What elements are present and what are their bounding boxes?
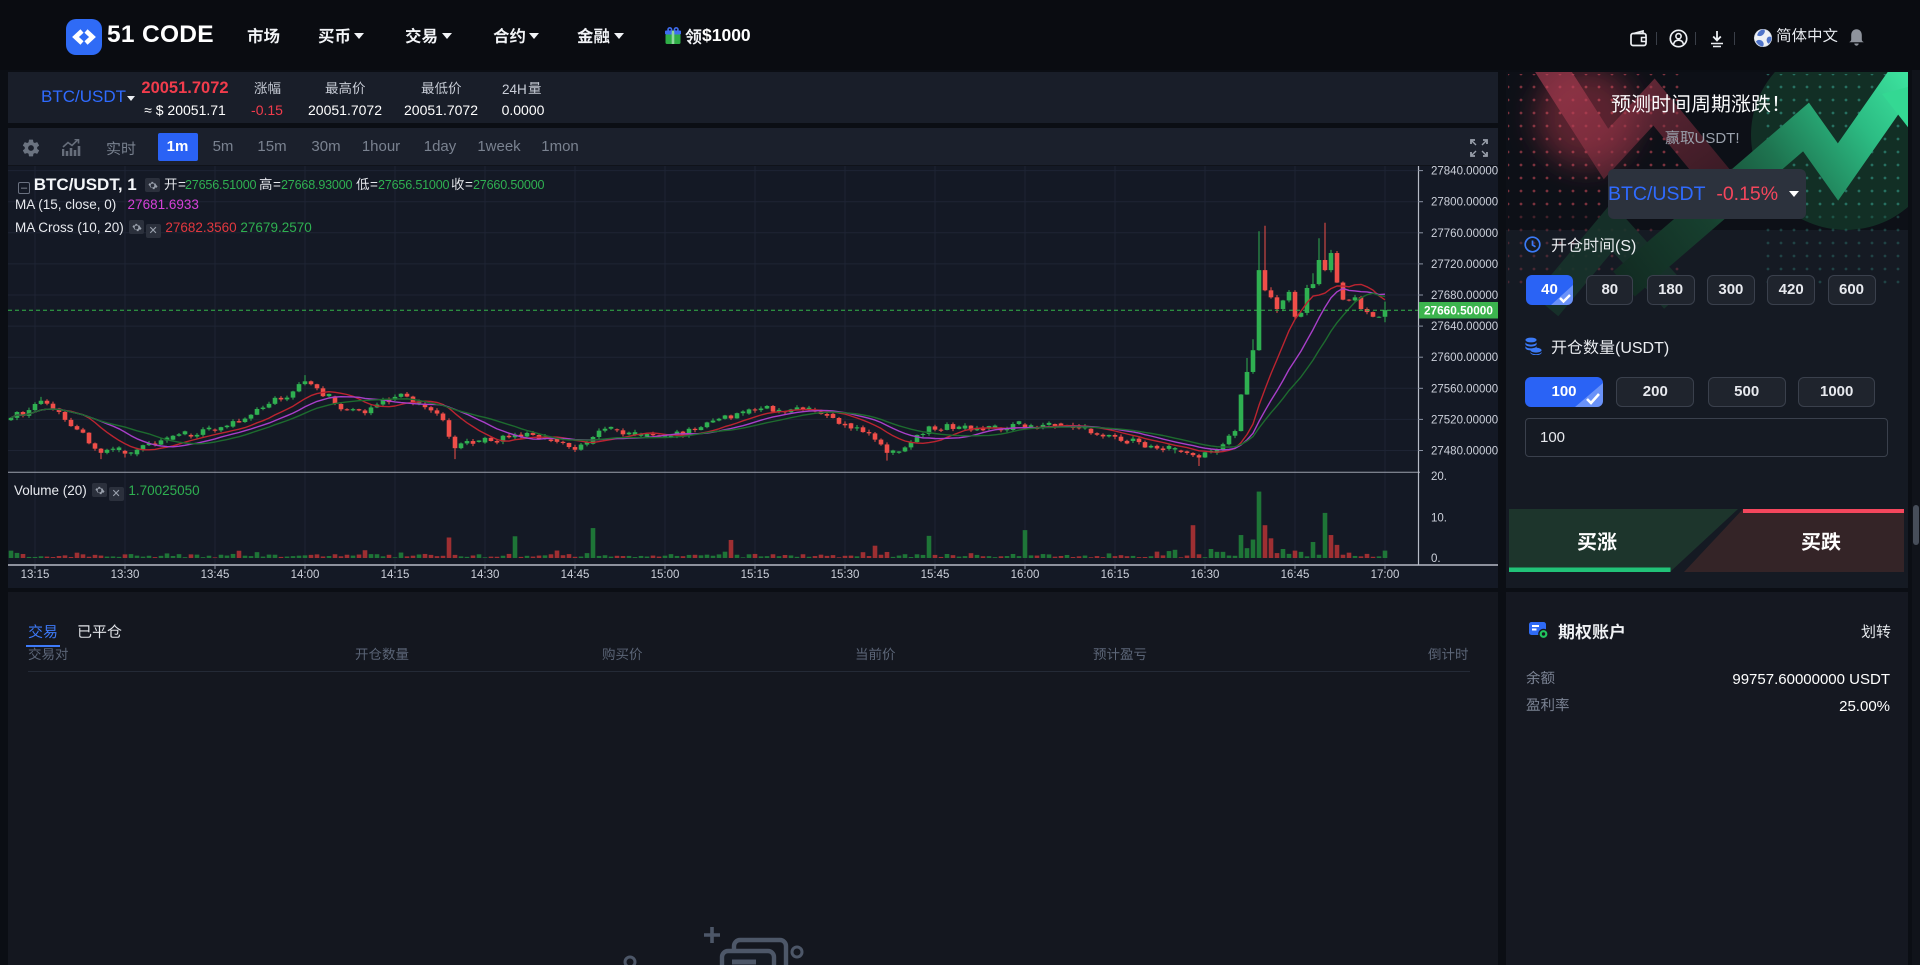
svg-text:10.: 10. [1431,513,1447,525]
svg-text:27600.00000: 27600.00000 [1431,352,1498,364]
svg-text:27480.00000: 27480.00000 [1431,446,1498,458]
svg-text:14:45: 14:45 [561,569,590,581]
svg-text:27640.00000: 27640.00000 [1431,321,1498,333]
svg-text:13:45: 13:45 [201,569,230,581]
svg-text:27840.00000: 27840.00000 [1431,166,1498,178]
svg-text:14:15: 14:15 [381,569,410,581]
svg-text:14:00: 14:00 [291,569,320,581]
svg-text:14:30: 14:30 [471,569,500,581]
svg-text:27720.00000: 27720.00000 [1431,259,1498,271]
svg-text:15:15: 15:15 [741,569,770,581]
svg-text:27560.00000: 27560.00000 [1431,383,1498,395]
svg-text:0.: 0. [1431,553,1441,565]
svg-text:15:00: 15:00 [651,569,680,581]
svg-text:27660.50000: 27660.50000 [1424,303,1493,317]
svg-text:15:45: 15:45 [921,569,950,581]
svg-text:13:30: 13:30 [111,569,140,581]
svg-text:16:15: 16:15 [1101,569,1130,581]
svg-text:27800.00000: 27800.00000 [1431,197,1498,209]
svg-text:17:00: 17:00 [1371,569,1400,581]
svg-text:27760.00000: 27760.00000 [1431,228,1498,240]
svg-text:13:15: 13:15 [21,569,50,581]
svg-text:27520.00000: 27520.00000 [1431,414,1498,426]
svg-text:16:30: 16:30 [1191,569,1220,581]
svg-text:16:45: 16:45 [1281,569,1310,581]
svg-text:15:30: 15:30 [831,569,860,581]
svg-text:16:00: 16:00 [1011,569,1040,581]
svg-text:20.: 20. [1431,471,1447,483]
svg-text:27680.00000: 27680.00000 [1431,290,1498,302]
